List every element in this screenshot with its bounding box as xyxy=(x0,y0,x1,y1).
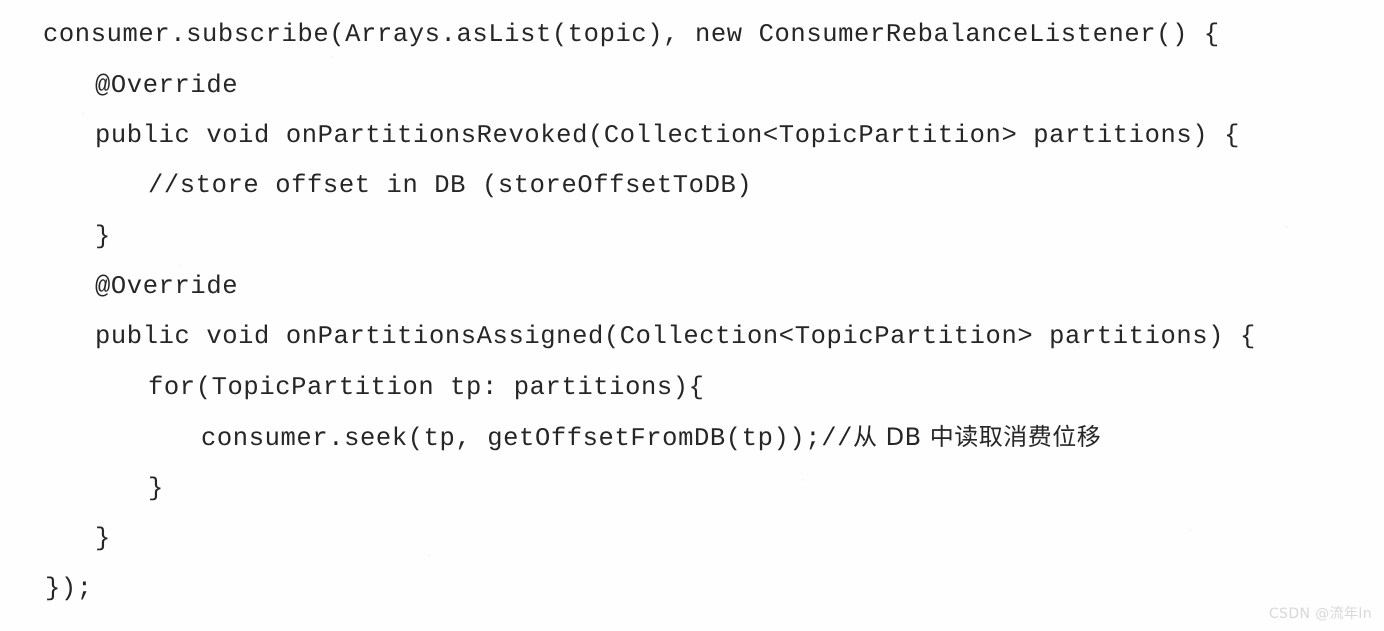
code-line-9-code: consumer.seek(tp, getOffsetFromDB(tp));/… xyxy=(201,424,854,453)
code-line-9-comment-cjk: 从 DB 中读取消费位移 xyxy=(853,423,1102,451)
scanned-page: consumer.subscribe(Arrays.asList(topic),… xyxy=(0,0,1384,631)
code-line-6: @Override xyxy=(95,272,239,301)
code-line-7: public void onPartitionsAssigned(Collect… xyxy=(95,322,1256,351)
csdn-watermark: CSDN @流年ln xyxy=(1268,606,1372,622)
code-listing: consumer.subscribe(Arrays.asList(topic),… xyxy=(0,0,1384,631)
code-line-3: public void onPartitionsRevoked(Collecti… xyxy=(95,121,1240,150)
code-line-12: }); xyxy=(45,574,93,603)
code-line-2: @Override xyxy=(95,71,239,100)
code-line-1: consumer.subscribe(Arrays.asList(topic),… xyxy=(43,20,1220,49)
code-line-9: consumer.seek(tp, getOffsetFromDB(tp));/… xyxy=(201,425,1101,452)
code-line-10: } xyxy=(148,474,164,503)
code-line-5: } xyxy=(95,222,111,251)
code-line-8: for(TopicPartition tp: partitions){ xyxy=(148,373,705,402)
code-line-11: } xyxy=(95,524,111,553)
code-line-4: //store offset in DB (storeOffsetToDB) xyxy=(148,171,753,200)
